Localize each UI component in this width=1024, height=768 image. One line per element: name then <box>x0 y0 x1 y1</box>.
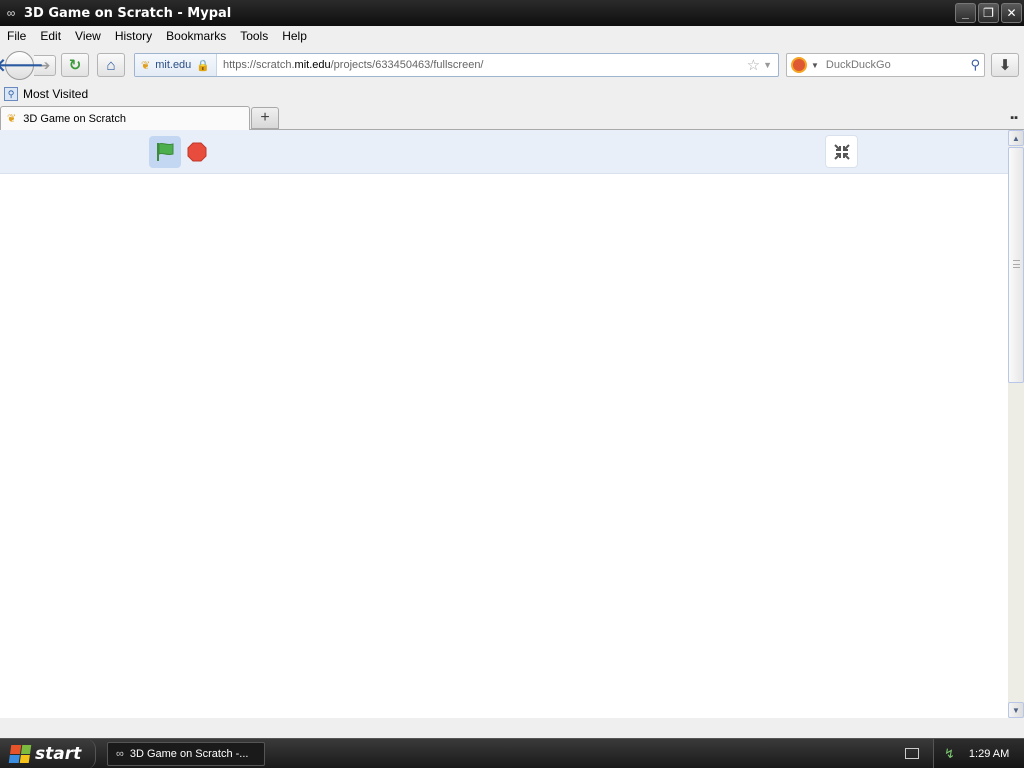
network-icon[interactable]: ↯ <box>944 746 955 762</box>
windows-taskbar: start ∞ 3D Game on Scratch -... ↯ 1:29 A… <box>0 738 1024 768</box>
most-visited-icon: ⚲ <box>4 87 18 101</box>
exit-fullscreen-button[interactable] <box>825 135 858 168</box>
maximize-button[interactable]: ❐ <box>978 3 999 23</box>
scroll-up-icon: ▲ <box>1012 133 1020 143</box>
bookmark-star-icon[interactable]: ☆ <box>747 56 760 74</box>
engine-dropdown-icon[interactable]: ▼ <box>811 61 819 70</box>
url-prefix: https://scratch. <box>223 59 295 71</box>
menu-file[interactable]: File <box>0 29 33 43</box>
scratch-tab-favicon-icon: ❦ <box>7 113 17 125</box>
scratch-favicon-icon: ❦ <box>141 59 151 72</box>
taskbar-item-label: 3D Game on Scratch -... <box>129 748 249 760</box>
menu-history[interactable]: History <box>108 29 159 43</box>
scroll-up-button[interactable]: ▲ <box>1008 130 1024 146</box>
menu-view[interactable]: View <box>68 29 108 43</box>
window-controls: _ ❐ ✕ <box>955 3 1022 23</box>
reload-icon: ↻ <box>68 57 82 74</box>
home-icon: ⌂ <box>106 56 116 74</box>
browser-chrome: File Edit View History Bookmarks Tools H… <box>0 26 1024 130</box>
duckduckgo-icon[interactable] <box>791 57 807 73</box>
new-tab-button[interactable]: + <box>251 107 279 129</box>
menubar: File Edit View History Bookmarks Tools H… <box>0 26 1024 46</box>
home-button[interactable]: ⌂ <box>97 53 125 77</box>
keyboard-icon[interactable] <box>905 748 919 759</box>
clock[interactable]: 1:29 AM <box>969 748 1009 760</box>
downloads-button[interactable]: ⬇ <box>991 53 1019 77</box>
menu-tools[interactable]: Tools <box>233 29 275 43</box>
search-icon[interactable]: ⚲ <box>970 57 980 73</box>
bookmark-most-visited[interactable]: Most Visited <box>23 87 88 101</box>
windows-logo-icon <box>8 745 32 763</box>
url-host: mit.edu <box>294 59 331 71</box>
tab-label: 3D Game on Scratch <box>23 112 126 125</box>
tab-list-icon[interactable]: ▪▪ <box>1010 112 1018 124</box>
bookmarks-toolbar: ⚲ Most Visited <box>0 84 1024 104</box>
scrollbar-grip-icon <box>1013 260 1020 268</box>
stage-controls-bar <box>0 130 1008 174</box>
minimize-button[interactable]: _ <box>955 3 976 23</box>
navigation-toolbar: ➔ 🡐 ↻ ⌂ ❦ mit.edu 🔒 https://scratch.mit.… <box>0 48 1024 82</box>
download-arrow-icon: ⬇ <box>998 57 1012 74</box>
green-flag-icon <box>157 142 174 161</box>
menu-help[interactable]: Help <box>275 29 314 43</box>
url-input[interactable]: https://scratch.mit.edu/projects/6334504… <box>217 59 747 71</box>
menu-edit[interactable]: Edit <box>33 29 68 43</box>
search-bar[interactable]: ▼ DuckDuckGo ⚲ <box>786 53 985 77</box>
start-label: start <box>35 744 82 764</box>
mypal-app-icon: ∞ <box>6 6 16 20</box>
url-suffix: /projects/633450463/fullscreen/ <box>330 59 484 71</box>
taskbar-item-browser[interactable]: ∞ 3D Game on Scratch -... <box>107 742 265 766</box>
green-flag-button[interactable] <box>149 136 181 168</box>
vertical-scrollbar[interactable]: ▲ ▼ <box>1008 130 1024 718</box>
system-tray: ↯ 1:29 AM <box>933 739 1024 768</box>
scroll-down-button[interactable]: ▼ <box>1008 702 1024 718</box>
stop-button[interactable] <box>187 142 207 162</box>
exit-fullscreen-icon <box>833 143 850 160</box>
tab-strip: ❦ 3D Game on Scratch + ▪▪ <box>0 106 1024 130</box>
status-strip <box>0 718 1024 738</box>
identity-label: mit.edu <box>155 59 192 71</box>
search-input[interactable]: DuckDuckGo <box>823 59 971 71</box>
start-button[interactable]: start <box>0 739 96 768</box>
page-content <box>0 130 1008 718</box>
scrollbar-thumb[interactable] <box>1008 147 1024 383</box>
site-identity-button[interactable]: ❦ mit.edu 🔒 <box>135 54 217 76</box>
url-dropdown-icon[interactable]: ▼ <box>763 60 772 70</box>
reload-button[interactable]: ↻ <box>61 53 89 77</box>
lock-icon: 🔒 <box>196 59 210 72</box>
menu-bookmarks[interactable]: Bookmarks <box>159 29 233 43</box>
close-button[interactable]: ✕ <box>1001 3 1022 23</box>
window-titlebar: ∞ 3D Game on Scratch - Mypal _ ❐ ✕ <box>0 0 1024 26</box>
back-button[interactable]: 🡐 <box>0 51 44 80</box>
url-bar[interactable]: ❦ mit.edu 🔒 https://scratch.mit.edu/proj… <box>134 53 779 77</box>
tab-active[interactable]: ❦ 3D Game on Scratch <box>0 106 250 130</box>
scroll-down-icon: ▼ <box>1012 705 1020 715</box>
mypal-task-icon: ∞ <box>116 748 124 760</box>
window-title: 3D Game on Scratch - Mypal <box>24 5 232 21</box>
arrow-left-icon: 🡐 <box>0 55 44 75</box>
